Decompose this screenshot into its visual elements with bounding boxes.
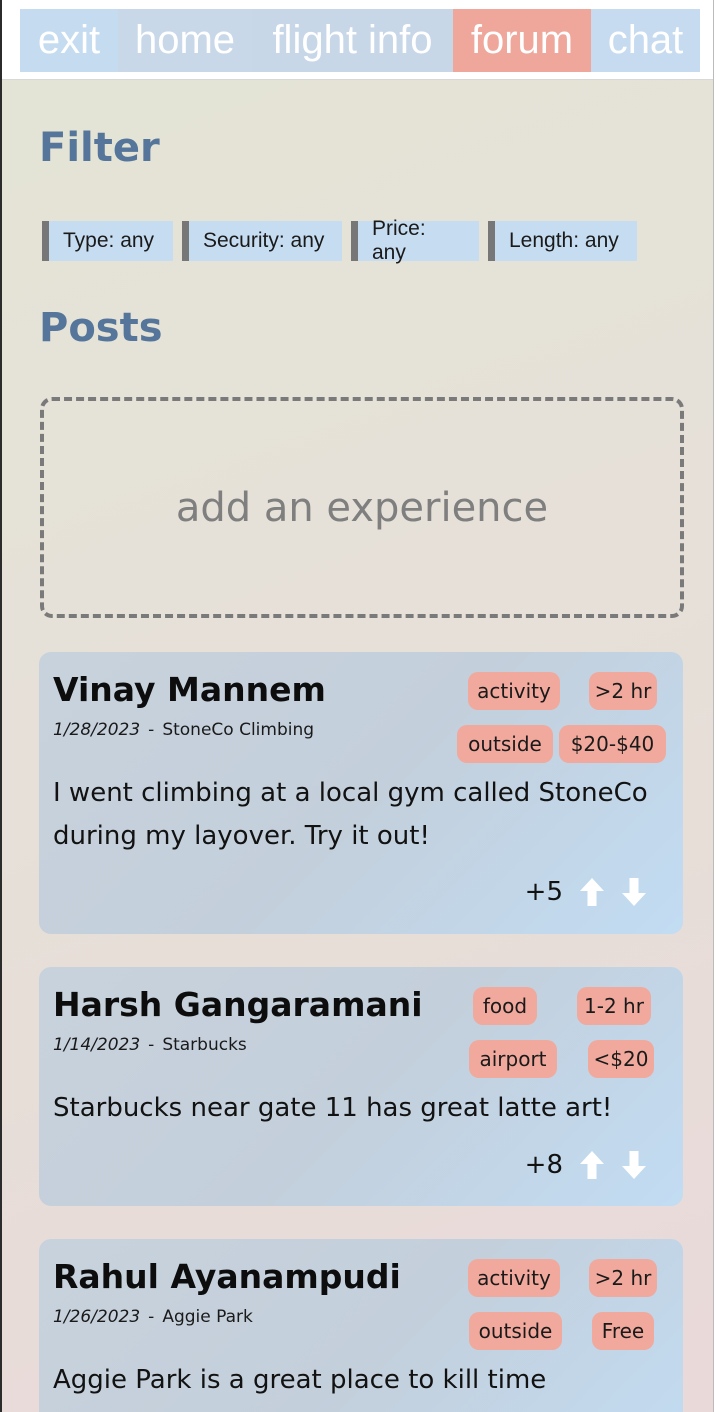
nav-forum-button[interactable]: forum <box>453 9 591 72</box>
post-body: Aggie Park is a great place to kill time <box>53 1365 547 1395</box>
arrow-up-icon[interactable] <box>579 877 605 907</box>
nav-flight-info-button[interactable]: flight info <box>252 9 453 72</box>
post-place: StoneCo Climbing <box>162 720 315 740</box>
post-body: I went climbing at a local gym called St… <box>53 778 648 851</box>
post-meta: 1/26/2023- Aggie Park <box>53 1307 253 1327</box>
tag-price: Free <box>592 1312 654 1350</box>
tag-security: airport <box>469 1040 557 1078</box>
post-meta: 1/28/2023- StoneCo Climbing <box>53 720 314 740</box>
arrow-down-icon[interactable] <box>621 877 647 907</box>
top-navigation: exit home flight info forum chat <box>2 0 713 80</box>
post-card: Rahul Ayanampudi 1/26/2023- Aggie Park ac… <box>39 1239 683 1412</box>
app-frame: exit home flight info forum chat Filter … <box>0 0 714 1412</box>
vote-count: +8 <box>524 1150 563 1180</box>
post-card: Vinay Mannem 1/28/2023- StoneCo Climbing … <box>39 652 683 934</box>
tag-type: food <box>473 987 537 1025</box>
post-place: Aggie Park <box>162 1307 253 1327</box>
post-date: 1/14/2023 <box>53 1035 141 1055</box>
nav-home-button[interactable]: home <box>118 9 252 72</box>
vote-count: +5 <box>524 877 563 907</box>
post-separator: - <box>148 1035 155 1055</box>
tag-length: 1-2 hr <box>577 987 651 1025</box>
post-author: Vinay Mannem <box>53 670 326 709</box>
arrow-up-icon[interactable] <box>579 1150 605 1180</box>
filter-type-chip[interactable]: Type: any <box>42 221 173 261</box>
filter-length-chip[interactable]: Length: any <box>488 221 637 261</box>
posts-heading: Posts <box>39 305 163 351</box>
tag-type: activity <box>468 1259 560 1297</box>
tag-price: <$20 <box>588 1040 654 1078</box>
vote-controls: +8 <box>525 1145 647 1185</box>
post-place: Starbucks <box>162 1035 247 1055</box>
post-separator: - <box>148 1307 155 1327</box>
tag-security: outside <box>457 725 553 763</box>
tag-security: outside <box>469 1312 562 1350</box>
filter-bar: Type: any Security: any Price: any Lengt… <box>42 217 646 264</box>
nav-chat-button[interactable]: chat <box>591 9 700 72</box>
tag-length: >2 hr <box>589 672 657 710</box>
forum-content: Filter Type: any Security: any Price: an… <box>2 80 713 1412</box>
nav-bar: exit home flight info forum chat <box>20 9 700 72</box>
post-body: Starbucks near gate 11 has great latte a… <box>53 1093 613 1123</box>
post-separator: - <box>148 720 155 740</box>
post-date: 1/28/2023 <box>53 720 141 740</box>
post-date: 1/26/2023 <box>53 1307 141 1327</box>
filter-heading: Filter <box>39 125 160 171</box>
filter-price-chip[interactable]: Price: any <box>351 217 479 264</box>
add-experience-button[interactable]: add an experience <box>40 397 684 618</box>
tag-type: activity <box>468 672 560 710</box>
post-card: Harsh Gangaramani 1/14/2023- Starbucks fo… <box>39 967 683 1206</box>
tag-price: $20-$40 <box>559 725 666 763</box>
arrow-down-icon[interactable] <box>621 1150 647 1180</box>
post-author: Rahul Ayanampudi <box>53 1257 401 1296</box>
filter-security-chip[interactable]: Security: any <box>182 221 342 261</box>
nav-exit-button[interactable]: exit <box>20 9 118 72</box>
post-meta: 1/14/2023- Starbucks <box>53 1035 247 1055</box>
post-author: Harsh Gangaramani <box>53 985 423 1024</box>
vote-controls: +5 <box>525 872 647 912</box>
tag-length: >2 hr <box>589 1259 657 1297</box>
